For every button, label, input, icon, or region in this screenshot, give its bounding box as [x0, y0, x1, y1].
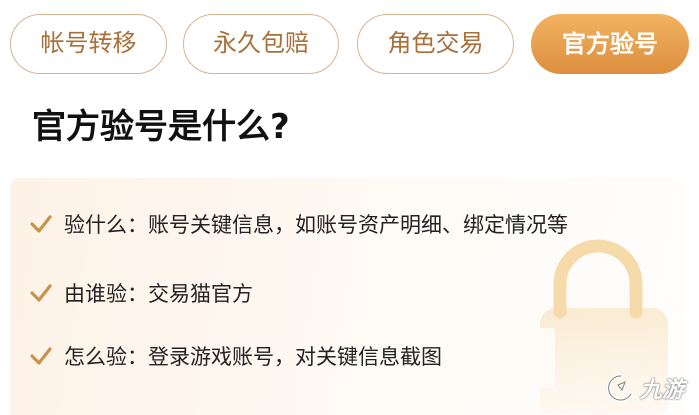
tab-bar: 帐号转移 永久包赔 角色交易 官方验号: [0, 0, 699, 90]
text-fade-overlay: [465, 328, 555, 388]
watermark-text: 九游: [640, 378, 685, 403]
section-heading: 官方验号是什么?: [32, 107, 290, 147]
tab-account-transfer[interactable]: 帐号转移: [10, 14, 167, 74]
verification-list: 验什么：账号关键信息，如账号资产明细、绑定情况等 由谁验：交易猫官方 怎么验：登…: [10, 178, 686, 415]
tab-permanent-compensation[interactable]: 永久包赔: [183, 14, 339, 74]
list-item-text: 怎么验：登录游戏账号，对关键信息截图: [64, 345, 442, 369]
logo-icon: [606, 373, 633, 402]
watermark: 九游: [606, 365, 696, 411]
list-item: 怎么验：登录游戏账号，对关键信息截图: [30, 334, 442, 378]
list-item: 由谁验：交易猫官方: [30, 271, 253, 315]
checkmark-icon: [30, 347, 52, 365]
tab-character-trade[interactable]: 角色交易: [357, 14, 514, 74]
info-panel: 验什么：账号关键信息，如账号资产明细、绑定情况等 由谁验：交易猫官方 怎么验：登…: [10, 178, 686, 415]
tab-official-verification[interactable]: 官方验号: [531, 14, 689, 74]
list-item-text: 由谁验：交易猫官方: [64, 282, 253, 306]
list-item-text: 验什么：账号关键信息，如账号资产明细、绑定情况等: [64, 213, 568, 237]
list-item: 验什么：账号关键信息，如账号资产明细、绑定情况等: [30, 202, 568, 246]
checkmark-icon: [30, 215, 52, 233]
checkmark-icon: [30, 284, 52, 302]
